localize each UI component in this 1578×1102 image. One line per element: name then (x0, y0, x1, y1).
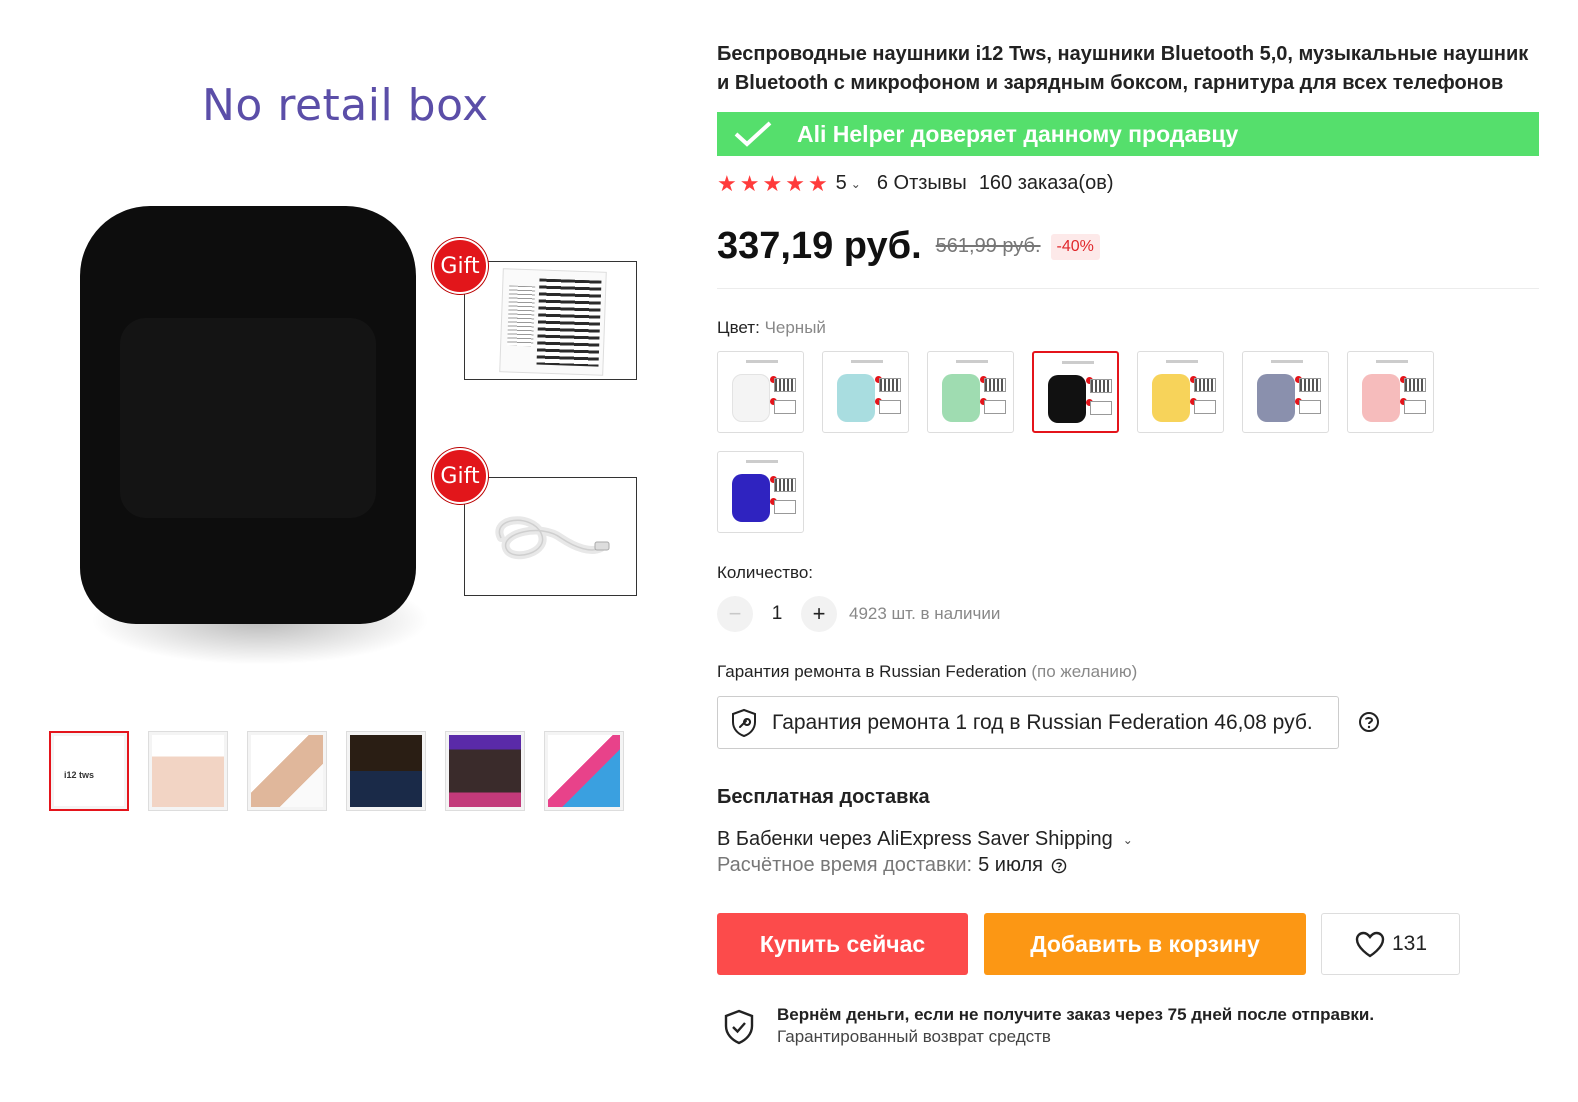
wrench-shield-icon (732, 708, 756, 737)
quantity-decrease-button[interactable]: − (717, 596, 753, 632)
star-icon: ★ (762, 170, 783, 196)
help-icon[interactable] (1358, 711, 1380, 733)
current-price: 337,19 руб. (717, 225, 922, 267)
warranty-option-text: Гарантия ремонта 1 год в Russian Federat… (772, 710, 1313, 734)
shield-check-icon (724, 1009, 754, 1045)
warranty-label-text: Гарантия ремонта в Russian Federation (717, 662, 1027, 681)
quantity-increase-button[interactable]: + (801, 596, 837, 632)
gift-badge: Gift (432, 238, 488, 294)
star-icon: ★ (785, 170, 805, 196)
color-swatch-5[interactable] (1137, 351, 1224, 433)
chevron-down-icon[interactable]: ⌄ (851, 177, 861, 191)
product-title-line-2: и Bluetooth с микрофоном и зарядным бокс… (717, 72, 1504, 94)
color-swatches (717, 351, 1457, 533)
wishlist-button[interactable]: 131 (1321, 913, 1460, 975)
gift-badge: Gift (432, 448, 488, 504)
thumbnail-label: i12 tws (64, 770, 95, 780)
check-icon (734, 121, 772, 147)
star-icon: ★ (807, 170, 828, 196)
warranty-option[interactable]: Гарантия ремонта 1 год в Russian Federat… (717, 696, 1339, 749)
charging-case-image (80, 206, 416, 624)
delivery-estimate: Расчётное время доставки: 5 июля (717, 854, 1067, 877)
star-icon: ★ (739, 170, 760, 196)
stock-count: 4923 шт. в наличии (849, 604, 1001, 623)
shipping-method-text: В Бабенки через AliExpress Saver Shippin… (717, 828, 1113, 850)
delivery-estimate-label: Расчётное время доставки: (717, 854, 973, 876)
discount-badge: -40% (1050, 233, 1100, 260)
free-shipping-title: Бесплатная доставка (717, 786, 930, 808)
buyer-protection: Вернём деньги, если не получите заказ че… (723, 1003, 1374, 1047)
heart-icon (1355, 931, 1385, 958)
color-swatch-2[interactable] (822, 351, 909, 433)
selected-color-value: Черный (764, 318, 826, 337)
thumbnail-4[interactable] (346, 731, 426, 811)
guarantee-main-text: Вернём деньги, если не получите заказ че… (777, 1005, 1375, 1024)
ali-helper-trust-bar: Ali Helper доверяет данному продавцу (717, 112, 1539, 156)
no-retail-box-text: No retail box (202, 80, 489, 131)
rating-stars: ★ ★ ★ ★ ★ (717, 170, 828, 196)
color-label: Цвет: Черный (717, 318, 826, 338)
product-title-line-1: Беспроводные наушники i12 Tws, наушники … (717, 43, 1529, 65)
reviews-link[interactable]: 6 Отзывы (877, 172, 967, 195)
star-icon: ★ (717, 170, 737, 196)
color-swatch-6[interactable] (1242, 351, 1329, 433)
warranty-optional-text: (по желанию) (1031, 662, 1138, 681)
color-swatch-7[interactable] (1347, 351, 1434, 433)
price-row: 337,19 руб. 561,99 руб. -40% (717, 225, 1100, 268)
main-product-image[interactable]: No retail box Gift Gift (30, 30, 670, 690)
guarantee-sub-text: Гарантированный возврат средств (777, 1027, 1051, 1046)
thumbnail-2[interactable] (148, 731, 228, 811)
thumbnail-5[interactable] (445, 731, 525, 811)
delivery-date: 5 июля (978, 854, 1044, 876)
rating-row: ★ ★ ★ ★ ★ 5 ⌄ 6 Отзывы 160 заказа(ов) (717, 172, 1113, 195)
ali-helper-text: Ali Helper доверяет данному продавцу (797, 121, 1239, 147)
thumbnail-strip: i12 tws (49, 731, 624, 811)
color-swatch-8[interactable] (717, 451, 804, 533)
color-swatch-1[interactable] (717, 351, 804, 433)
warranty-label: Гарантия ремонта в Russian Federation (п… (717, 662, 1137, 682)
orders-count: 160 заказа(ов) (978, 172, 1114, 194)
color-swatch-4[interactable] (1032, 351, 1119, 433)
wishlist-count: 131 (1391, 932, 1428, 955)
color-swatch-3[interactable] (927, 351, 1014, 433)
product-title: Беспроводные наушники i12 Tws, наушники … (717, 40, 1557, 98)
chevron-down-icon[interactable]: ⌄ (1123, 833, 1133, 847)
quantity-input[interactable]: 1 (753, 603, 801, 625)
thumbnail-1[interactable]: i12 tws (49, 731, 129, 811)
gift-cable-image (464, 477, 637, 596)
add-to-cart-button[interactable]: Добавить в корзину (984, 913, 1306, 975)
rating-value[interactable]: 5 (836, 172, 847, 195)
gift-manual-image (464, 261, 637, 380)
divider (717, 288, 1539, 289)
buy-now-button[interactable]: Купить сейчас (717, 913, 968, 975)
thumbnail-3[interactable] (247, 731, 327, 811)
help-icon[interactable] (1051, 858, 1067, 874)
thumbnail-6[interactable] (544, 731, 624, 811)
shipping-method-selector[interactable]: В Бабенки через AliExpress Saver Shippin… (717, 828, 1133, 851)
quantity-stepper: − 1 + 4923 шт. в наличии (717, 596, 1000, 632)
quantity-label: Количество: (717, 563, 814, 582)
old-price: 561,99 руб. (935, 235, 1041, 257)
color-label-text: Цвет: (717, 318, 760, 337)
